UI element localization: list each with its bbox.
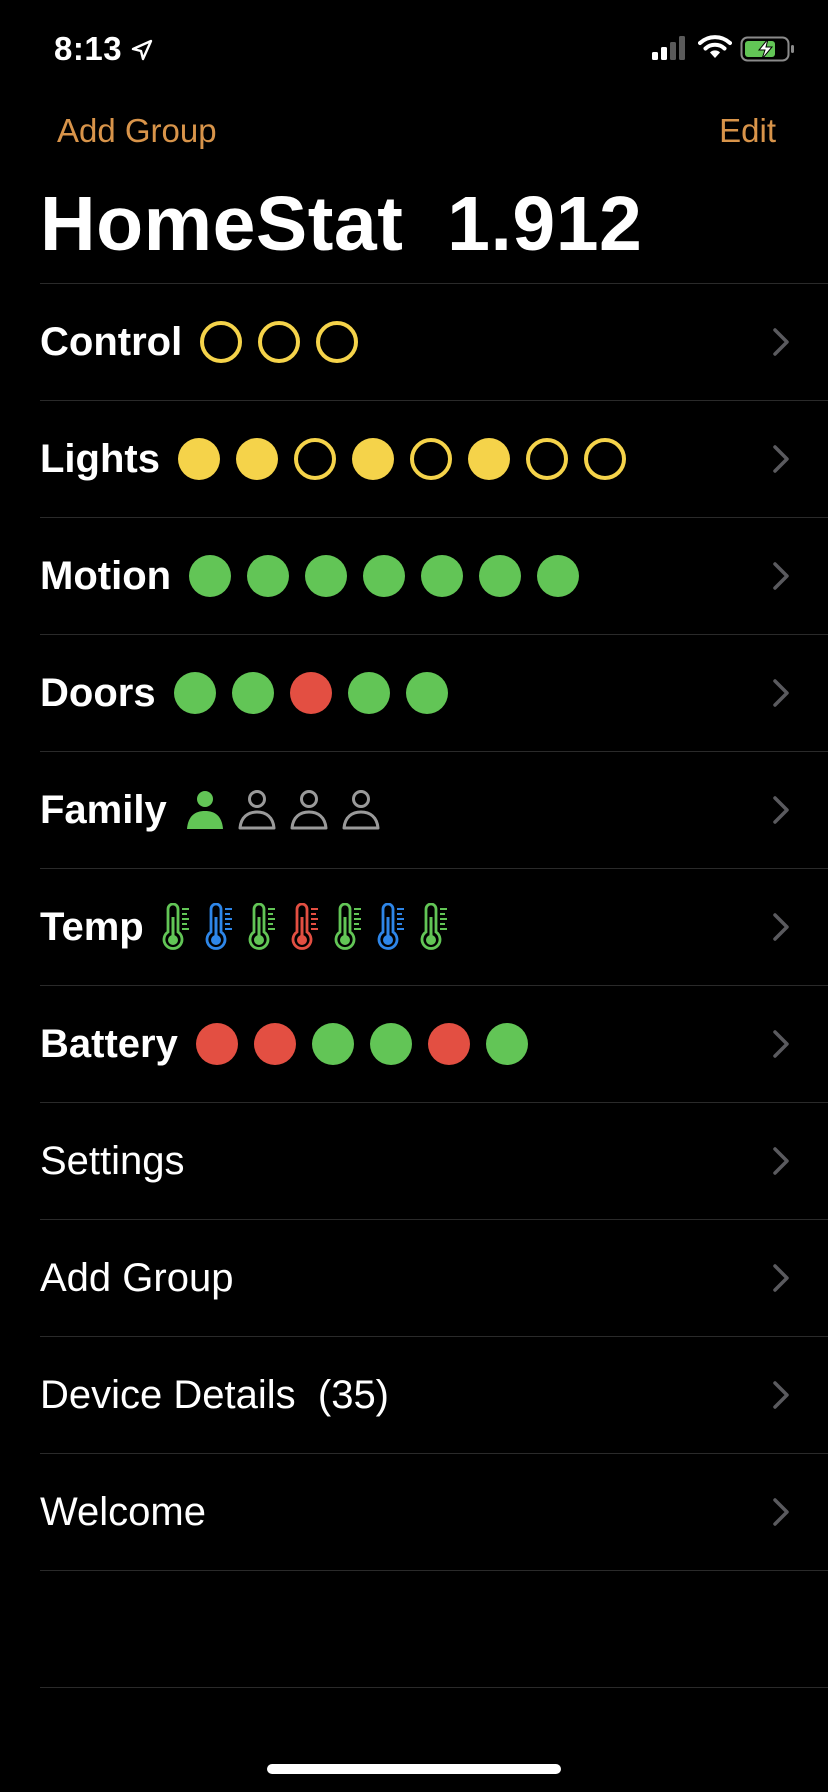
thermometer-red-icon <box>291 903 318 950</box>
battery-charging-icon <box>740 36 794 62</box>
page-title: HomeStat 1.912 <box>40 181 643 267</box>
menu-label: Settings <box>40 1138 185 1183</box>
group-label: Motion <box>40 553 172 598</box>
home-indicator[interactable] <box>267 1764 561 1774</box>
group-label: Family <box>40 787 167 832</box>
status-indicators <box>200 321 374 363</box>
menu-row-welcome[interactable]: Welcome <box>40 1454 828 1570</box>
status-indicators <box>195 1023 544 1065</box>
group-label: Battery <box>40 1021 178 1066</box>
status-dot-green <box>369 1023 412 1065</box>
status-dot-filled-yellow <box>177 438 220 480</box>
chevron-right-icon <box>773 1264 789 1292</box>
chevron-right-icon <box>773 562 789 590</box>
group-row-doors[interactable]: Doors <box>40 635 828 751</box>
status-dot-green <box>347 672 390 714</box>
group-row-lights[interactable]: Lights <box>40 401 828 517</box>
divider <box>40 1687 828 1688</box>
thermometer-green-icon <box>248 903 275 950</box>
status-dot-hollow-yellow <box>200 321 243 363</box>
status-dot-hollow-yellow <box>258 321 301 363</box>
status-dot-hollow-yellow <box>409 438 452 480</box>
group-list: Control Lights Motion Doors Family Temp Batter… <box>40 283 828 1688</box>
status-dot-green <box>485 1023 528 1065</box>
location-arrow-icon <box>131 39 153 61</box>
chevron-right-icon <box>773 796 789 824</box>
status-dot-green <box>311 1023 354 1065</box>
status-dot-red <box>289 672 332 714</box>
menu-row-device-details-35[interactable]: Device Details (35) <box>40 1337 828 1453</box>
status-dot-green <box>363 555 406 597</box>
edit-button[interactable]: Edit <box>719 112 776 150</box>
status-indicators <box>177 438 642 480</box>
status-dot-green <box>173 672 216 714</box>
status-dot-red <box>253 1023 296 1065</box>
status-dot-filled-yellow <box>235 438 278 480</box>
status-time: 8:13 <box>54 30 123 67</box>
status-dot-green <box>421 555 464 597</box>
status-dot-filled-yellow <box>351 438 394 480</box>
person-away-icon <box>290 790 328 830</box>
status-bar: 8:13 <box>0 0 828 100</box>
thermometer-blue-icon <box>377 903 404 950</box>
person-away-icon <box>238 790 276 830</box>
status-indicators <box>189 555 595 597</box>
status-indicators <box>173 672 464 714</box>
chevron-right-icon <box>773 1030 789 1058</box>
status-dot-hollow-yellow <box>583 438 626 480</box>
chevron-right-icon <box>773 1381 789 1409</box>
menu-row-settings[interactable]: Settings <box>40 1103 828 1219</box>
status-dot-green <box>189 555 232 597</box>
chevron-right-icon <box>773 1147 789 1175</box>
status-dot-red <box>427 1023 470 1065</box>
group-row-battery[interactable]: Battery <box>40 986 828 1102</box>
thermometer-green-icon <box>334 903 361 950</box>
status-indicators <box>185 788 393 832</box>
status-dot-green <box>405 672 448 714</box>
chevron-right-icon <box>773 445 789 473</box>
thermometer-blue-icon <box>205 903 232 950</box>
group-label: Control <box>40 319 183 364</box>
thermometer-green-icon <box>420 903 447 950</box>
group-row-motion[interactable]: Motion <box>40 518 828 634</box>
status-dot-green <box>305 555 348 597</box>
menu-label: Add Group <box>40 1255 234 1300</box>
status-dot-hollow-yellow <box>316 321 359 363</box>
status-dot-green <box>537 555 580 597</box>
person-away-icon <box>342 790 380 830</box>
group-row-family[interactable]: Family <box>40 752 828 868</box>
group-row-temp[interactable]: Temp <box>40 869 828 985</box>
status-dot-filled-yellow <box>467 438 510 480</box>
chevron-right-icon <box>773 679 789 707</box>
chevron-right-icon <box>773 913 789 941</box>
status-dot-hollow-yellow <box>525 438 568 480</box>
group-label: Temp <box>40 904 144 949</box>
status-dot-green <box>247 555 290 597</box>
status-indicators <box>162 903 463 951</box>
chevron-right-icon <box>773 328 789 356</box>
status-dot-hollow-yellow <box>293 438 336 480</box>
menu-label: Device Details (35) <box>40 1372 390 1417</box>
menu-row-add-group[interactable]: Add Group <box>40 1220 828 1336</box>
status-dot-green <box>231 672 274 714</box>
cellular-signal-icon <box>652 36 685 60</box>
group-label: Doors <box>40 670 156 715</box>
thermometer-green-icon <box>162 903 189 950</box>
wifi-icon <box>698 35 732 58</box>
chevron-right-icon <box>773 1498 789 1526</box>
person-present-icon <box>186 791 223 829</box>
status-dot-red <box>195 1023 238 1065</box>
group-label: Lights <box>40 436 160 481</box>
menu-label: Welcome <box>40 1489 206 1534</box>
group-row-control[interactable]: Control <box>40 284 828 400</box>
status-dot-green <box>479 555 522 597</box>
empty-row <box>40 1571 828 1687</box>
add-group-button[interactable]: Add Group <box>57 112 217 150</box>
